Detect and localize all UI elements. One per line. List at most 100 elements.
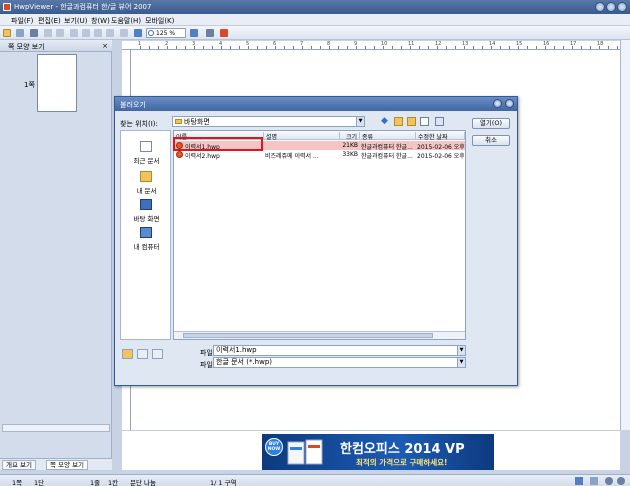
document-scrollbar[interactable] [620,40,630,430]
menu-mobile[interactable]: 모바일(K) [145,16,174,26]
zoom-in-icon[interactable] [190,29,198,37]
close-button[interactable] [617,2,627,12]
filename-input[interactable]: 이력서1.hwp ▼ [213,345,466,356]
ruler-tick [410,46,411,49]
search-icon[interactable] [30,29,38,37]
cancel-button[interactable]: 취소 [472,135,510,146]
ruler-number: 14 [489,41,496,47]
place-desktop[interactable]: 바탕 화면 [121,199,172,229]
place-recent[interactable]: 최근 문서 [121,141,172,171]
title-bar: HwpViewer - 한글과컴퓨터 한/글 뷰어 2007 [0,0,630,14]
place-my-documents[interactable]: 내 문서 [121,171,172,201]
view-menu-icon[interactable] [420,117,429,126]
column-desc[interactable]: 설명 [264,132,340,141]
filetype-select[interactable]: 한글 문서 (*.hwp) ▼ [213,357,466,368]
settings-icon[interactable] [617,477,625,485]
page-prev-icon[interactable] [82,29,90,37]
ruler-number: 13 [462,41,469,47]
place-my-computer[interactable]: 내 컴퓨터 [121,227,172,257]
menu-view[interactable]: 보기(U) [64,16,87,26]
settings-icon[interactable] [206,29,214,37]
ruler-tick [572,46,573,49]
zoom-icon[interactable] [590,477,598,485]
ruler-tick [617,46,618,49]
page-view-panel: 쪽 모양 보기 × 1쪽 개요 보기 쪽 모양 보기 [0,40,112,470]
folder-icon [140,171,152,182]
mobile-icon[interactable] [220,29,228,37]
ruler-tick [203,46,204,49]
buy-now-badge: BUY NOW [265,438,283,456]
chevron-down-icon[interactable]: ▼ [356,117,364,126]
page-last-icon[interactable] [106,29,114,37]
column-size[interactable]: 크기 [340,132,360,141]
menu-help[interactable]: 도움말(H) [111,16,141,26]
ruler-tick [455,46,456,49]
preview-icon[interactable] [137,349,148,359]
ad-banner[interactable]: BUY NOW 한컴오피스 2014 VP 최적의 가격으로 구매하세요! [262,434,494,470]
view-mode-icon[interactable] [575,477,583,485]
ruler-tick [248,46,249,49]
zoom-select[interactable]: 125 % [146,28,186,38]
ruler-tick [518,46,519,49]
column-type[interactable]: 종류 [360,132,416,141]
open-folder-icon[interactable] [3,29,11,37]
ruler-tick [284,46,285,49]
dialog-close-button[interactable] [505,99,514,108]
ruler-tick [293,46,294,49]
cut-icon[interactable] [44,29,52,37]
close-icon[interactable]: × [101,42,109,50]
selection-highlight [173,137,263,151]
ruler-number: 15 [516,41,523,47]
ruler-tick [320,46,321,49]
page-next-icon[interactable] [94,29,102,37]
ruler-number: 11 [408,41,415,47]
toolbar: 125 % [0,26,630,40]
open-button[interactable]: 열기(O) [472,118,510,129]
ruler-number: 18 [597,41,604,47]
zoom-out-icon[interactable] [134,29,142,37]
ruler-tick [464,46,465,49]
dialog-title-bar: 불러오기 [115,97,517,111]
file-list-scrollbar[interactable] [174,331,465,339]
help-icon[interactable] [605,477,613,485]
ruler-tick [473,46,474,49]
tab-page-view[interactable]: 쪽 모양 보기 [46,460,89,470]
maximize-button[interactable] [606,2,616,12]
ruler-tick [185,46,186,49]
tools-icon[interactable] [435,117,444,126]
new-folder-icon[interactable] [407,117,416,126]
banner-subtitle: 최적의 가격으로 구매하세요! [356,458,448,467]
ruler-tick [158,46,159,49]
column-date[interactable]: 수정한 날짜 [416,132,465,141]
scrollbar-thumb[interactable] [183,333,433,338]
page-first-icon[interactable] [70,29,78,37]
window-title: HwpViewer - 한글과컴퓨터 한/글 뷰어 2007 [14,3,152,11]
minimize-button[interactable] [595,2,605,12]
chevron-down-icon[interactable]: ▼ [457,358,465,367]
ruler-tick [194,46,195,49]
panel-header: 쪽 모양 보기 × [0,40,112,52]
chevron-down-icon[interactable]: ▼ [457,346,465,355]
status-section: 1단 [34,479,45,486]
ruler-tick [338,46,339,49]
panel-scrollbar[interactable] [2,424,110,432]
lookin-select[interactable]: 바탕화면 ▼ [172,116,365,127]
status-line: 1줄 [90,479,101,486]
help-button[interactable] [493,99,502,108]
fit-page-icon[interactable] [120,29,128,37]
menu-file[interactable]: 파일(F) [11,16,33,26]
menu-edit[interactable]: 편집(E) [38,16,61,26]
ruler-tick [446,46,447,49]
back-icon[interactable]: ◆ [381,117,390,126]
tab-outline-view[interactable]: 개요 보기 [2,460,36,470]
ruler-tick [545,46,546,49]
copy-icon[interactable] [56,29,64,37]
properties-icon[interactable] [152,349,163,359]
add-folder-icon[interactable] [122,349,133,359]
up-folder-icon[interactable] [394,117,403,126]
file-row[interactable]: 이력서2.hwp 비즈레쥬메 이력서 ... 33KB 한글과컴퓨터 한글...… [174,150,465,160]
menu-window[interactable]: 창(W) [91,16,110,26]
print-icon[interactable] [16,29,24,37]
status-total: 1/ 1 구역 [210,479,237,486]
page-thumbnail[interactable] [37,54,77,112]
